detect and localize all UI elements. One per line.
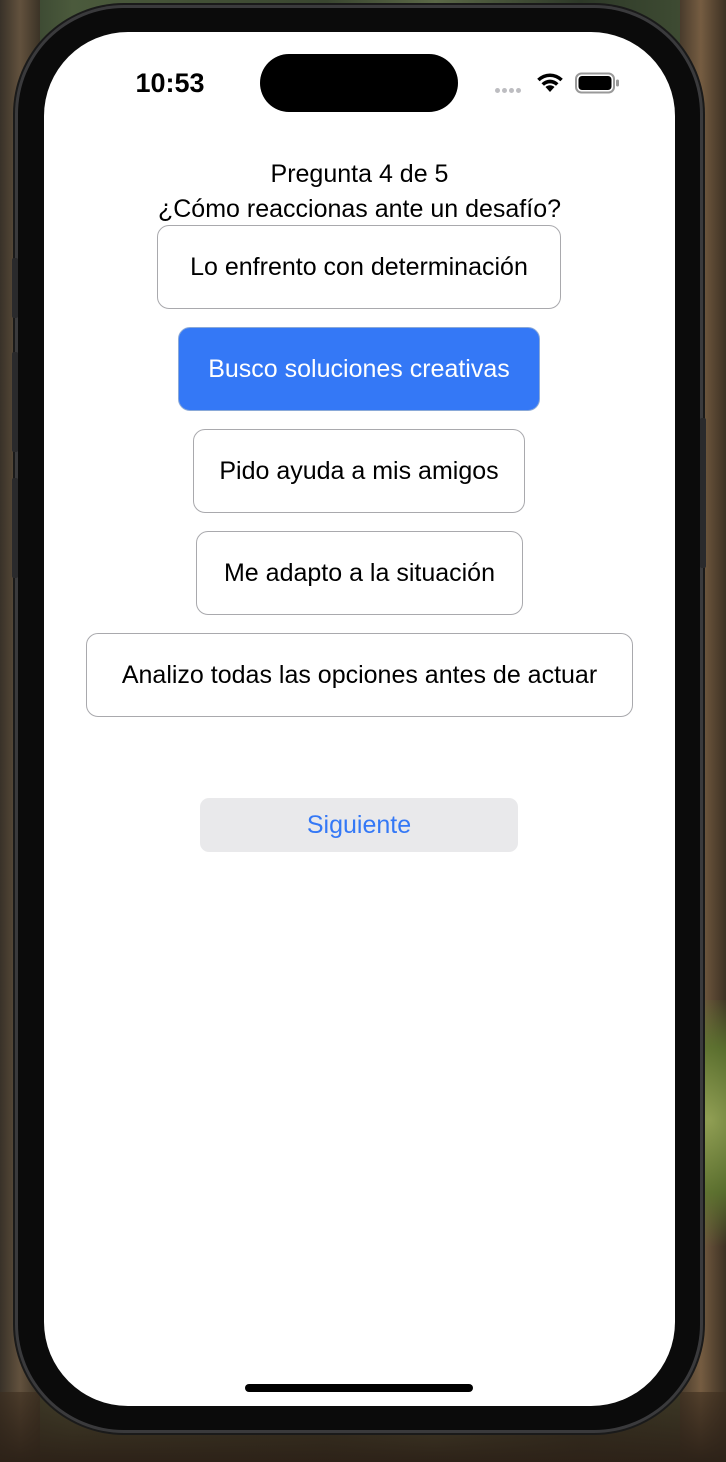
volume-down-button [12,478,18,578]
answer-option-4[interactable]: Me adapto a la situación [196,531,523,615]
next-button[interactable]: Siguiente [200,798,518,852]
power-button [700,418,706,568]
status-time: 10:53 [135,68,205,98]
volume-up-button [12,352,18,452]
app-screen: 10:53 Pregunta 4 de 5 ¿Cómo reaccionas a… [44,32,675,1406]
question-text: ¿Cómo reaccionas ante un desafío? [157,195,561,223]
mute-switch [12,258,18,318]
wifi-icon [537,73,563,92]
signal-icon [495,83,529,93]
answer-option-1[interactable]: Lo enfrento con determinación [157,225,561,309]
battery-icon [575,72,619,94]
question-progress-label: Pregunta 4 de 5 [270,160,449,188]
answer-option-5[interactable]: Analizo todas las opciones antes de actu… [86,633,633,717]
dynamic-island [260,54,458,112]
home-indicator[interactable] [245,1384,473,1392]
answer-option-2-selected[interactable]: Busco soluciones creativas [178,327,540,411]
answer-option-3[interactable]: Pido ayuda a mis amigos [193,429,525,513]
